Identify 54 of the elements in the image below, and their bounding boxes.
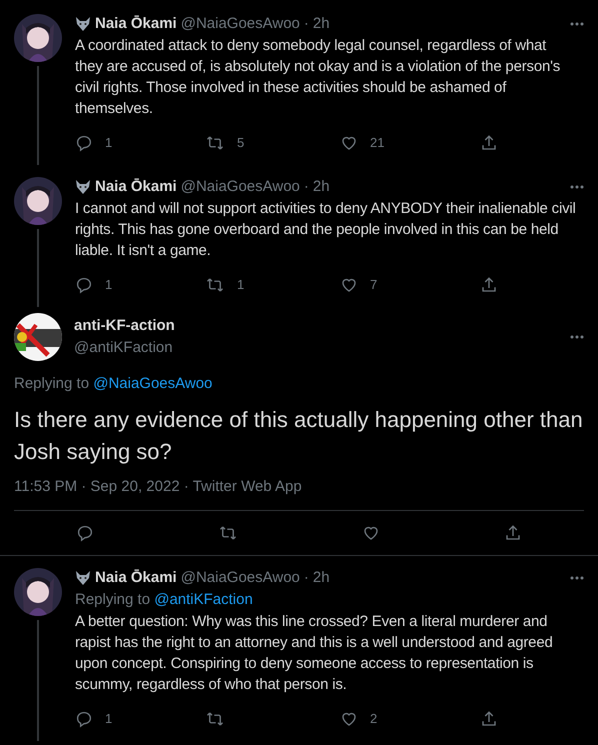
- more-icon[interactable]: [570, 22, 584, 26]
- count-label: 5: [237, 134, 244, 152]
- author-handle: @NaiaGoesAwoo: [180, 176, 300, 197]
- post-time: 2h: [312, 14, 330, 34]
- post-text: I cannot and will not support activities to deny ANYBODY their inalienable civil rights. This has gone overboard and the people involved in this can be held liable. It isn't a game.: [75, 199, 577, 261]
- author-handle: @NaiaGoesAwoo: [180, 14, 300, 34]
- retweet-icon[interactable]: [218, 524, 238, 542]
- share-icon[interactable]: [480, 276, 498, 294]
- post-time: 2h: [312, 176, 330, 197]
- share-icon[interactable]: [480, 710, 498, 728]
- reply-icon[interactable]: [75, 710, 93, 728]
- retweet-icon[interactable]: [205, 276, 225, 294]
- author-handle: @NaiaGoesAwoo: [180, 568, 300, 588]
- post-text: A better question: Why was this line crossed? Even a literal murderer and rapist has the right to an attorney and this is a well understood and agreed upon concept. Conspiring to deny someone access to representation is scummy, regardless of who that person is.: [75, 612, 554, 695]
- replying-to-text: Replying to @NaiaGoesAwoo: [14, 374, 214, 394]
- author-name: Naia Ōkami: [95, 568, 177, 588]
- heart-icon[interactable]: [340, 276, 358, 294]
- more-icon[interactable]: [570, 576, 584, 580]
- heart-icon[interactable]: [340, 710, 358, 728]
- separator-dot: ·: [304, 14, 309, 34]
- separator-dot: ·: [304, 176, 309, 197]
- count-label: 1: [105, 710, 112, 728]
- share-icon[interactable]: [504, 524, 522, 542]
- count-label: 7: [370, 276, 378, 294]
- author-name: Naia Ōkami: [95, 176, 177, 197]
- replying-to-text: Replying to @antiKFaction: [75, 590, 254, 610]
- mention-link[interactable]: @NaiaGoesAwoo: [93, 375, 212, 392]
- wolf-icon: [75, 17, 91, 31]
- author-name: anti-KF-action: [74, 316, 176, 336]
- count-label: 1: [105, 134, 112, 152]
- retweet-icon[interactable]: [205, 710, 225, 728]
- wolf-icon: [75, 180, 91, 194]
- count-label: 1: [105, 276, 112, 294]
- more-icon[interactable]: [570, 185, 584, 189]
- separator-dot: ·: [304, 568, 309, 588]
- retweet-icon[interactable]: [205, 134, 225, 152]
- author-name: Naia Ōkami: [95, 14, 177, 34]
- count-label: 21: [370, 134, 384, 152]
- more-icon[interactable]: [570, 335, 584, 339]
- post-timestamp: 11:53 PM · Sep 20, 2022 · Twitter Web App: [14, 476, 584, 511]
- heart-icon[interactable]: [362, 524, 380, 542]
- post-text: Is there any evidence of this actually happening other than Josh saying so?: [14, 406, 584, 466]
- author-handle: @antiKFaction: [74, 338, 174, 358]
- share-icon[interactable]: [480, 134, 498, 152]
- post-text: A coordinated attack to deny somebody legal counsel, regardless of what they are accused of, is absolutely not okay and is a violation of the person's civil rights. Those involved in these activities should be ashamed of themselves.: [75, 36, 562, 119]
- mention-link[interactable]: @antiKFaction: [154, 591, 253, 608]
- count-label: 1: [237, 276, 244, 294]
- wolf-icon: [75, 571, 91, 585]
- heart-icon[interactable]: [340, 134, 358, 152]
- reply-icon[interactable]: [75, 134, 93, 152]
- reply-icon[interactable]: [75, 276, 93, 294]
- reply-icon[interactable]: [76, 524, 94, 542]
- count-label: 2: [370, 710, 378, 728]
- post-time: 2h: [312, 568, 330, 588]
